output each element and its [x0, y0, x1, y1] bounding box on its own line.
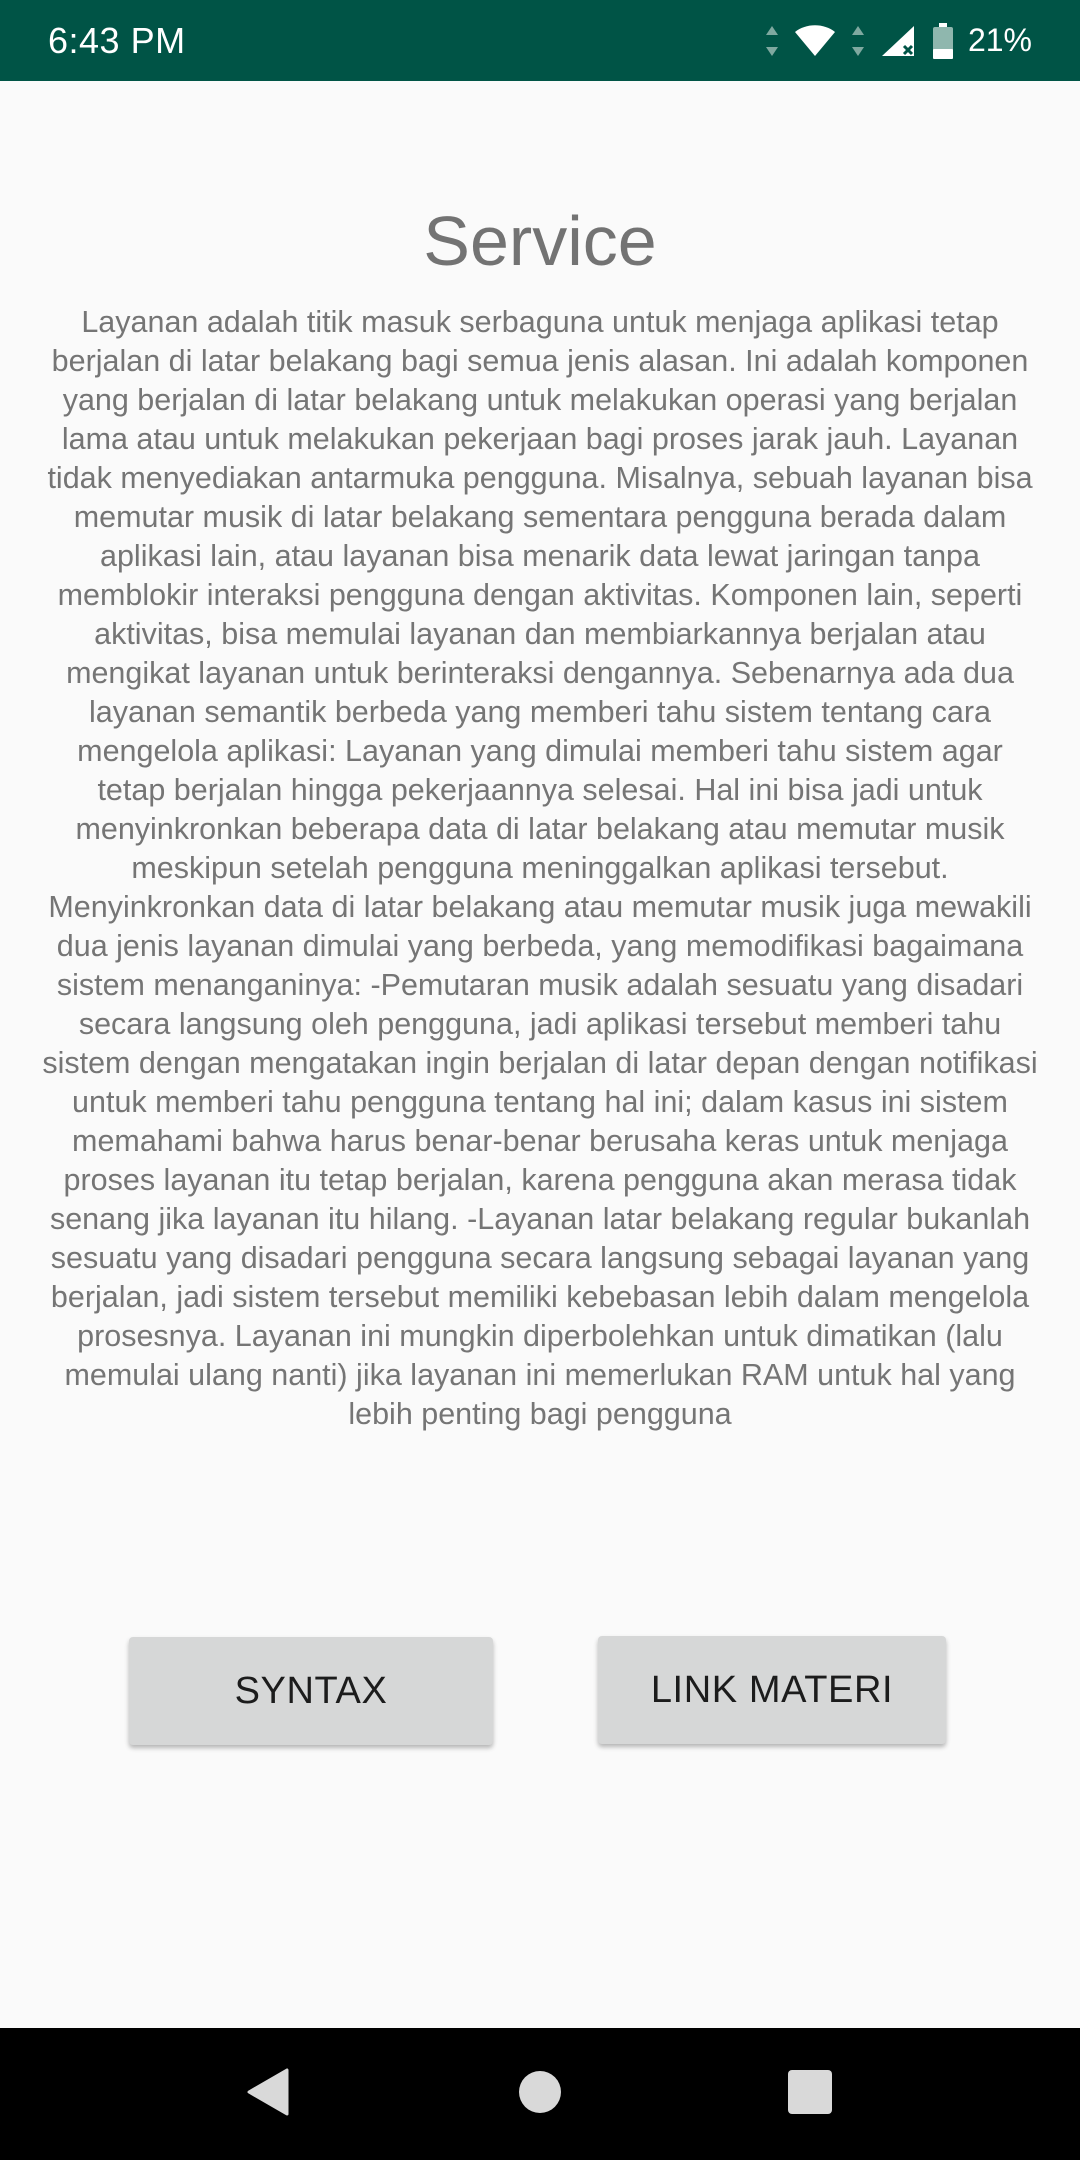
home-icon — [518, 2070, 562, 2119]
back-button[interactable] — [208, 2028, 328, 2160]
recents-icon — [787, 2069, 833, 2120]
home-button[interactable] — [480, 2028, 600, 2160]
cell-signal-icon — [880, 24, 918, 58]
battery-icon — [932, 22, 954, 60]
data-arrows-icon — [850, 24, 866, 58]
back-icon — [245, 2066, 291, 2123]
syntax-button[interactable]: SYNTAX — [129, 1637, 493, 1745]
status-icons: 21% — [764, 22, 1032, 60]
battery-percent: 21% — [967, 22, 1032, 58]
link-materi-button[interactable]: LINK MATERI — [598, 1636, 946, 1744]
navigation-bar — [0, 2028, 1080, 2160]
status-time: 6:43 PM — [48, 19, 186, 61]
data-arrows-icon — [764, 24, 780, 58]
app-screen: 6:43 PM 21% Service Layanan adalah titik… — [0, 0, 1080, 2160]
recents-button[interactable] — [750, 2028, 870, 2160]
page-title: Service — [423, 202, 657, 280]
page-description: Layanan adalah titik masuk serbaguna unt… — [42, 305, 1038, 1431]
status-bar: 6:43 PM 21% — [0, 0, 1080, 81]
main-content: Service Layanan adalah titik masuk serba… — [0, 81, 1080, 2028]
wifi-icon — [794, 24, 836, 58]
